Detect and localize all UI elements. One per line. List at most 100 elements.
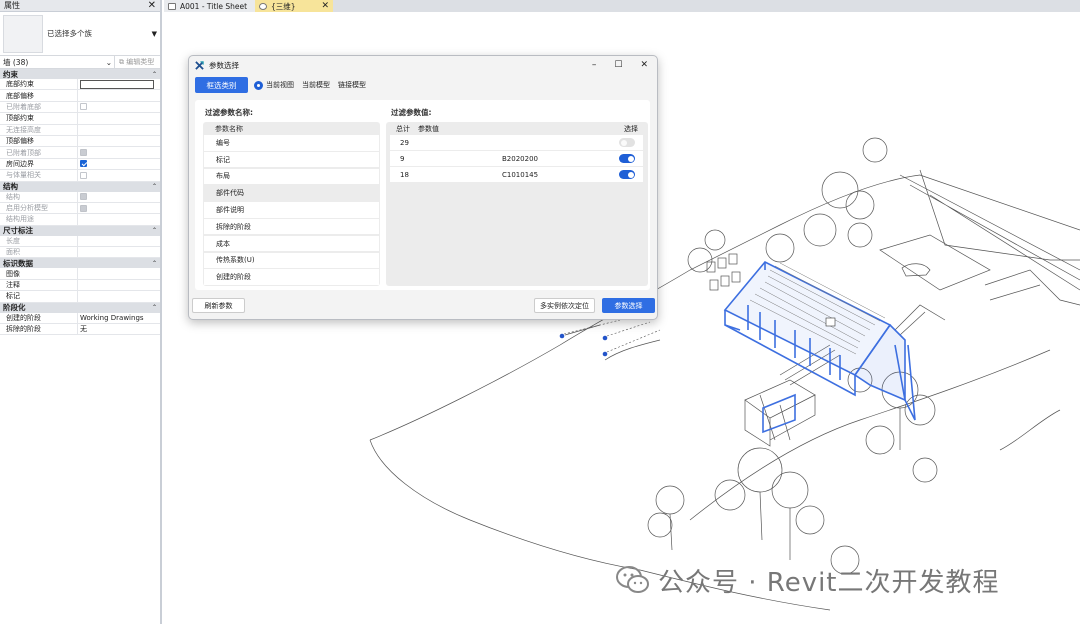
- param-name-item[interactable]: 部件说明: [204, 202, 379, 218]
- property-value-cell: [78, 192, 160, 202]
- property-value: 无: [80, 325, 87, 334]
- param-name-item[interactable]: 布局: [204, 168, 379, 185]
- property-row[interactable]: 底部约束: [0, 79, 160, 91]
- section-name: 标识数据: [3, 258, 33, 268]
- property-section-header[interactable]: 标识数据 ⌃: [0, 258, 160, 269]
- radio-current-view[interactable]: 当前视图: [254, 80, 294, 90]
- property-row[interactable]: 拆除的阶段无: [0, 324, 160, 336]
- property-row[interactable]: 创建的阶段 Working Drawings: [0, 312, 160, 325]
- select-toggle[interactable]: [619, 138, 635, 147]
- property-value-cell: [78, 102, 160, 112]
- radio-linked-model[interactable]: 链接模型: [338, 80, 366, 90]
- property-row[interactable]: 与体量相关: [0, 170, 160, 182]
- select-toggle[interactable]: [619, 170, 635, 179]
- checkbox-icon: [80, 103, 87, 111]
- properties-panel: 属性 ✕ 已选择多个族 ▼ 墙 (38) ⌄ ⧉ 编辑类型 约束 ⌃ 底部约束 底部偏…: [0, 0, 162, 624]
- instance-filter-dropdown[interactable]: 墙 (38) ⌄: [3, 56, 115, 68]
- section-name: 约束: [3, 69, 18, 79]
- collapse-icon[interactable]: ⌃: [152, 71, 157, 78]
- property-value-cell: [78, 214, 160, 224]
- close-tab-icon[interactable]: ✕: [321, 1, 329, 11]
- tab-title-sheet[interactable]: A001 - Title Sheet: [164, 0, 255, 12]
- param-name-item[interactable]: 传热系数(U): [204, 252, 379, 269]
- param-value-grid[interactable]: 总计 参数值 选择 29 9 B2020200 18 C1010145: [386, 122, 648, 286]
- property-value-cell: [78, 147, 160, 157]
- param-value-row[interactable]: 9 B2020200: [390, 151, 643, 166]
- property-key: 无连接高度: [0, 124, 78, 135]
- collapse-icon[interactable]: ⌃: [152, 304, 157, 311]
- property-row[interactable]: 标记: [0, 291, 160, 303]
- radio-label: 当前模型: [302, 81, 330, 89]
- property-section-header[interactable]: 约束 ⌃: [0, 69, 160, 79]
- property-section-header[interactable]: 阶段化 ⌃: [0, 302, 160, 313]
- collapse-icon[interactable]: ⌃: [152, 227, 157, 234]
- property-key: 已附着底部: [0, 101, 78, 113]
- checkbox-disabled-icon: [80, 149, 87, 157]
- property-row[interactable]: 注释: [0, 279, 160, 292]
- param-value-header: 总计 参数值 选择: [386, 122, 648, 135]
- property-row[interactable]: 无连接高度: [0, 124, 160, 136]
- close-icon[interactable]: ✕: [148, 0, 156, 11]
- property-row[interactable]: 已附着顶部: [0, 147, 160, 159]
- property-value-input[interactable]: [80, 79, 154, 89]
- param-name-item[interactable]: 编号: [204, 135, 379, 151]
- property-section-header[interactable]: 结构 ⌃: [0, 181, 160, 192]
- param-value-row[interactable]: 29: [390, 135, 643, 150]
- param-name-item[interactable]: 拆除的阶段: [204, 218, 379, 235]
- checkbox-checked-icon[interactable]: [80, 160, 87, 168]
- instance-filter-row: 墙 (38) ⌄ ⧉ 编辑类型: [0, 56, 160, 69]
- dropdown-arrow-icon[interactable]: ▼: [152, 30, 157, 38]
- property-value-cell: [78, 79, 160, 89]
- property-row[interactable]: 启用分析模型: [0, 202, 160, 215]
- param-name-item[interactable]: 部件代码: [204, 185, 379, 201]
- property-row[interactable]: 图像: [0, 268, 160, 280]
- property-row[interactable]: 房间边界: [0, 158, 160, 171]
- 3d-view-icon: [259, 2, 267, 10]
- property-row[interactable]: 顶部约束: [0, 113, 160, 125]
- property-key: 注释: [0, 279, 78, 291]
- property-row[interactable]: 顶部偏移: [0, 135, 160, 148]
- tab-label: A001 - Title Sheet: [180, 1, 248, 11]
- property-value: Working Drawings: [80, 313, 144, 322]
- param-value-title: 过滤参数值:: [391, 108, 432, 117]
- property-row[interactable]: 底部偏移: [0, 90, 160, 102]
- param-name-item[interactable]: 成本: [204, 235, 379, 252]
- collapse-icon[interactable]: ⌃: [152, 183, 157, 190]
- param-name-item[interactable]: 标记: [204, 151, 379, 168]
- property-section-header[interactable]: 尺寸标注 ⌃: [0, 225, 160, 236]
- dialog-footer: 刷新参数 多实例依次定位 参数选择: [189, 298, 659, 318]
- radio-current-model[interactable]: 当前模型: [302, 80, 330, 90]
- checkbox-icon: [80, 171, 87, 179]
- property-value-cell: [78, 170, 160, 180]
- param-name-list[interactable]: 参数名称 编号标记布局部件代码部件说明拆除的阶段成本传热系数(U)创建的阶段阻力: [203, 122, 380, 286]
- tab-3d-view[interactable]: {三维} ✕: [255, 0, 333, 12]
- property-row[interactable]: 面积: [0, 247, 160, 259]
- checkbox-disabled-icon: [80, 204, 87, 212]
- type-selector[interactable]: 已选择多个族 ▼: [0, 12, 160, 56]
- param-name-item[interactable]: 创建的阶段: [204, 269, 379, 285]
- property-row[interactable]: 已附着底部: [0, 101, 160, 114]
- param-value-rows: 29 9 B2020200 18 C1010145: [386, 135, 648, 182]
- property-row[interactable]: 结构: [0, 191, 160, 203]
- param-select-button[interactable]: 参数选择: [602, 298, 655, 313]
- maximize-icon[interactable]: ☐: [614, 60, 622, 70]
- property-value-cell: 无: [78, 324, 160, 334]
- filter-category-button[interactable]: 框选类别: [195, 77, 248, 93]
- close-icon[interactable]: ✕: [640, 60, 648, 70]
- param-value-row[interactable]: 18 C1010145: [390, 167, 643, 182]
- property-key: 顶部偏移: [0, 135, 78, 147]
- minimize-icon[interactable]: –: [592, 60, 597, 70]
- collapse-icon[interactable]: ⌃: [152, 260, 157, 267]
- locate-instances-button[interactable]: 多实例依次定位: [534, 298, 595, 313]
- section-name: 结构: [3, 182, 18, 192]
- property-value-cell: Working Drawings: [78, 313, 160, 323]
- refresh-params-button[interactable]: 刷新参数: [192, 298, 245, 313]
- properties-title-bar: 属性 ✕: [0, 0, 160, 12]
- sheet-icon: [168, 2, 176, 10]
- property-row[interactable]: 结构用途: [0, 214, 160, 226]
- edit-type-button[interactable]: ⧉ 编辑类型: [119, 57, 154, 67]
- select-toggle[interactable]: [619, 154, 635, 163]
- value-text: B2020200: [502, 154, 538, 163]
- property-row[interactable]: 长度: [0, 235, 160, 248]
- properties-title: 属性: [4, 1, 20, 10]
